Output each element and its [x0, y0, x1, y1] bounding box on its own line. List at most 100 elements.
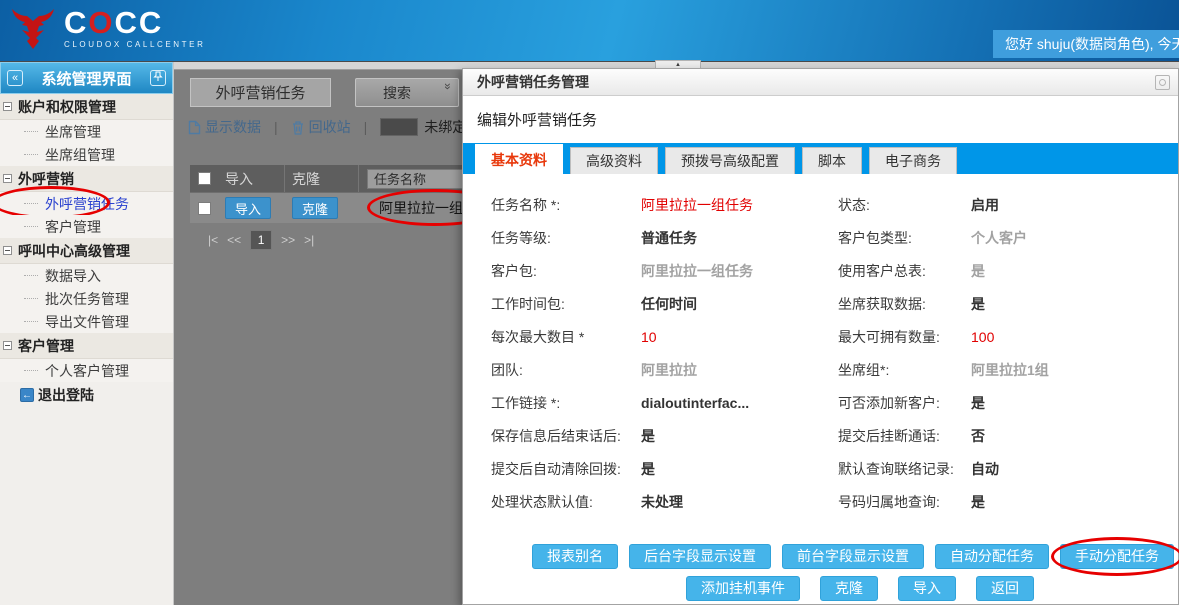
field-value: 未处理: [641, 492, 838, 512]
tab-basic-info[interactable]: 基本资料: [475, 144, 563, 174]
frontend-field-display-button[interactable]: 前台字段显示设置: [782, 544, 924, 569]
form-row: 工作时间包: 任何时间 坐席获取数据: 是: [491, 287, 1178, 320]
panel-toolbar: 显示数据 | 回收站 | 未绑定: [188, 117, 466, 137]
toolbar-separator: |: [364, 119, 368, 135]
add-hangup-event-button[interactable]: 添加挂机事件: [686, 576, 800, 601]
collapse-node-icon[interactable]: [3, 341, 12, 350]
sidebar-item-data-import[interactable]: 数据导入: [0, 264, 173, 287]
section-label: 呼叫中心高级管理: [18, 241, 130, 261]
field-value: 是: [971, 393, 1178, 413]
field-value: 自动: [971, 459, 1178, 479]
first-page-button[interactable]: |<: [208, 233, 218, 247]
collapse-sidebar-icon[interactable]: «: [7, 70, 23, 86]
tree-line: [24, 321, 38, 322]
field-label: 最大可拥有数量:: [838, 327, 971, 347]
import-button[interactable]: 导入: [898, 576, 956, 601]
sidebar-item-export-file-management[interactable]: 导出文件管理: [0, 310, 173, 333]
field-label: 工作时间包:: [491, 294, 641, 314]
unbound-label: 未绑定: [424, 117, 466, 137]
field-value: 10: [641, 329, 838, 345]
recycle-bin-link[interactable]: 回收站: [291, 117, 351, 137]
row-clone-button[interactable]: 克隆: [292, 197, 338, 219]
clone-button[interactable]: 克隆: [820, 576, 878, 601]
collapse-node-icon[interactable]: [3, 102, 12, 111]
return-button[interactable]: 返回: [976, 576, 1034, 601]
item-label: 坐席组管理: [45, 145, 115, 165]
sidebar-section-callcenter-advanced[interactable]: 呼叫中心高级管理: [0, 238, 173, 264]
item-label: 外呼营销任务: [45, 194, 129, 214]
sidebar-title: 系统管理界面: [41, 68, 131, 89]
report-alias-button[interactable]: 报表别名: [532, 544, 618, 569]
top-header: COCC CLOUDOX CALLCENTER 您好 shuju(数据岗角色),…: [0, 0, 1179, 62]
section-label: 外呼营销: [18, 169, 74, 189]
sidebar-section-account-permissions[interactable]: 账户和权限管理: [0, 94, 173, 120]
panel-title: 外呼营销任务: [190, 78, 331, 107]
document-icon: [188, 120, 201, 135]
form-row: 处理状态默认值: 未处理 号码归属地查询: 是: [491, 485, 1178, 518]
row-import-button[interactable]: 导入: [225, 197, 271, 219]
field-value: 是: [641, 426, 838, 446]
auto-assign-task-button[interactable]: 自动分配任务: [935, 544, 1049, 569]
form-row: 任务名称 *: 阿里拉拉一组任务 状态: 启用: [491, 188, 1178, 221]
sidebar-item-outbound-marketing-tasks[interactable]: 外呼营销任务: [0, 192, 173, 215]
field-label: 坐席获取数据:: [838, 294, 971, 314]
manual-assign-task-button[interactable]: 手动分配任务: [1060, 544, 1174, 569]
sidebar-item-logout[interactable]: ← 退出登陆: [0, 382, 173, 408]
tab-script[interactable]: 脚本: [802, 147, 862, 174]
item-label: 退出登陆: [38, 385, 94, 405]
sidebar-item-agent-group-management[interactable]: 坐席组管理: [0, 143, 173, 166]
collapse-node-icon[interactable]: [3, 174, 12, 183]
field-value: 启用: [971, 195, 1178, 215]
modal-title: 外呼营销任务管理: [477, 72, 589, 92]
sidebar-item-batch-task-management[interactable]: 批次任务管理: [0, 287, 173, 310]
pin-sidebar-icon[interactable]: [150, 70, 166, 86]
logo-title: COCC: [64, 7, 206, 39]
next-page-button[interactable]: >>: [281, 233, 295, 247]
row-checkbox[interactable]: [198, 202, 211, 215]
field-value: 100: [971, 329, 1178, 345]
tab-predial-advanced-config[interactable]: 预拨号高级配置: [665, 147, 795, 174]
section-label: 账户和权限管理: [18, 97, 116, 117]
field-label: 团队:: [491, 360, 641, 380]
chevron-down-icon: »: [441, 83, 455, 103]
sidebar: « 系统管理界面 账户和权限管理 坐席管理 坐席组管理 外呼营销 外呼营销任务: [0, 62, 174, 605]
tree-line: [24, 154, 38, 155]
item-label: 坐席管理: [45, 122, 101, 142]
sidebar-item-agent-management[interactable]: 坐席管理: [0, 120, 173, 143]
tree-line: [24, 203, 38, 204]
restore-window-icon[interactable]: [1155, 75, 1170, 90]
sidebar-section-outbound-marketing[interactable]: 外呼营销: [0, 166, 173, 192]
prev-page-button[interactable]: <<: [227, 233, 241, 247]
bull-logo-icon: [10, 7, 56, 51]
show-data-link[interactable]: 显示数据: [188, 117, 261, 137]
modal-subtitle: 编辑外呼营销任务: [477, 109, 1178, 130]
backend-field-display-button[interactable]: 后台字段显示设置: [629, 544, 771, 569]
field-label: 状态:: [838, 195, 971, 215]
column-header-import: 导入: [218, 165, 285, 192]
field-value: 阿里拉拉一组任务: [641, 195, 838, 215]
sidebar-header: « 系统管理界面: [0, 62, 173, 94]
logout-arrow-icon: ←: [20, 388, 34, 402]
field-label: 任务等级:: [491, 228, 641, 248]
task-form: 任务名称 *: 阿里拉拉一组任务 状态: 启用 任务等级: 普通任务 客户包类型…: [463, 174, 1178, 518]
form-row: 任务等级: 普通任务 客户包类型: 个人客户: [491, 221, 1178, 254]
field-value: 是: [641, 459, 838, 479]
select-all-checkbox[interactable]: [198, 172, 211, 185]
field-label: 使用客户总表:: [838, 261, 971, 281]
field-label: 客户包类型:: [838, 228, 971, 248]
tab-advanced-info[interactable]: 高级资料: [570, 147, 658, 174]
field-label: 提交后挂断通话:: [838, 426, 971, 446]
search-dropdown[interactable]: 搜索 »: [355, 78, 459, 107]
last-page-button[interactable]: >|: [304, 233, 314, 247]
sidebar-section-customer-management[interactable]: 客户管理: [0, 333, 173, 359]
field-label: 提交后自动清除回拨:: [491, 459, 641, 479]
sidebar-item-customer-management[interactable]: 客户管理: [0, 215, 173, 238]
modal-titlebar: 外呼营销任务管理: [463, 69, 1178, 96]
item-label: 数据导入: [45, 266, 101, 286]
field-value: 阿里拉拉: [641, 360, 838, 380]
form-row: 工作链接 *: dialoutinterfac... 可否添加新客户: 是: [491, 386, 1178, 419]
sidebar-item-personal-customer-management[interactable]: 个人客户管理: [0, 359, 173, 382]
collapse-node-icon[interactable]: [3, 246, 12, 255]
field-label: 每次最大数目 *: [491, 327, 641, 347]
tab-ecommerce[interactable]: 电子商务: [869, 147, 957, 174]
